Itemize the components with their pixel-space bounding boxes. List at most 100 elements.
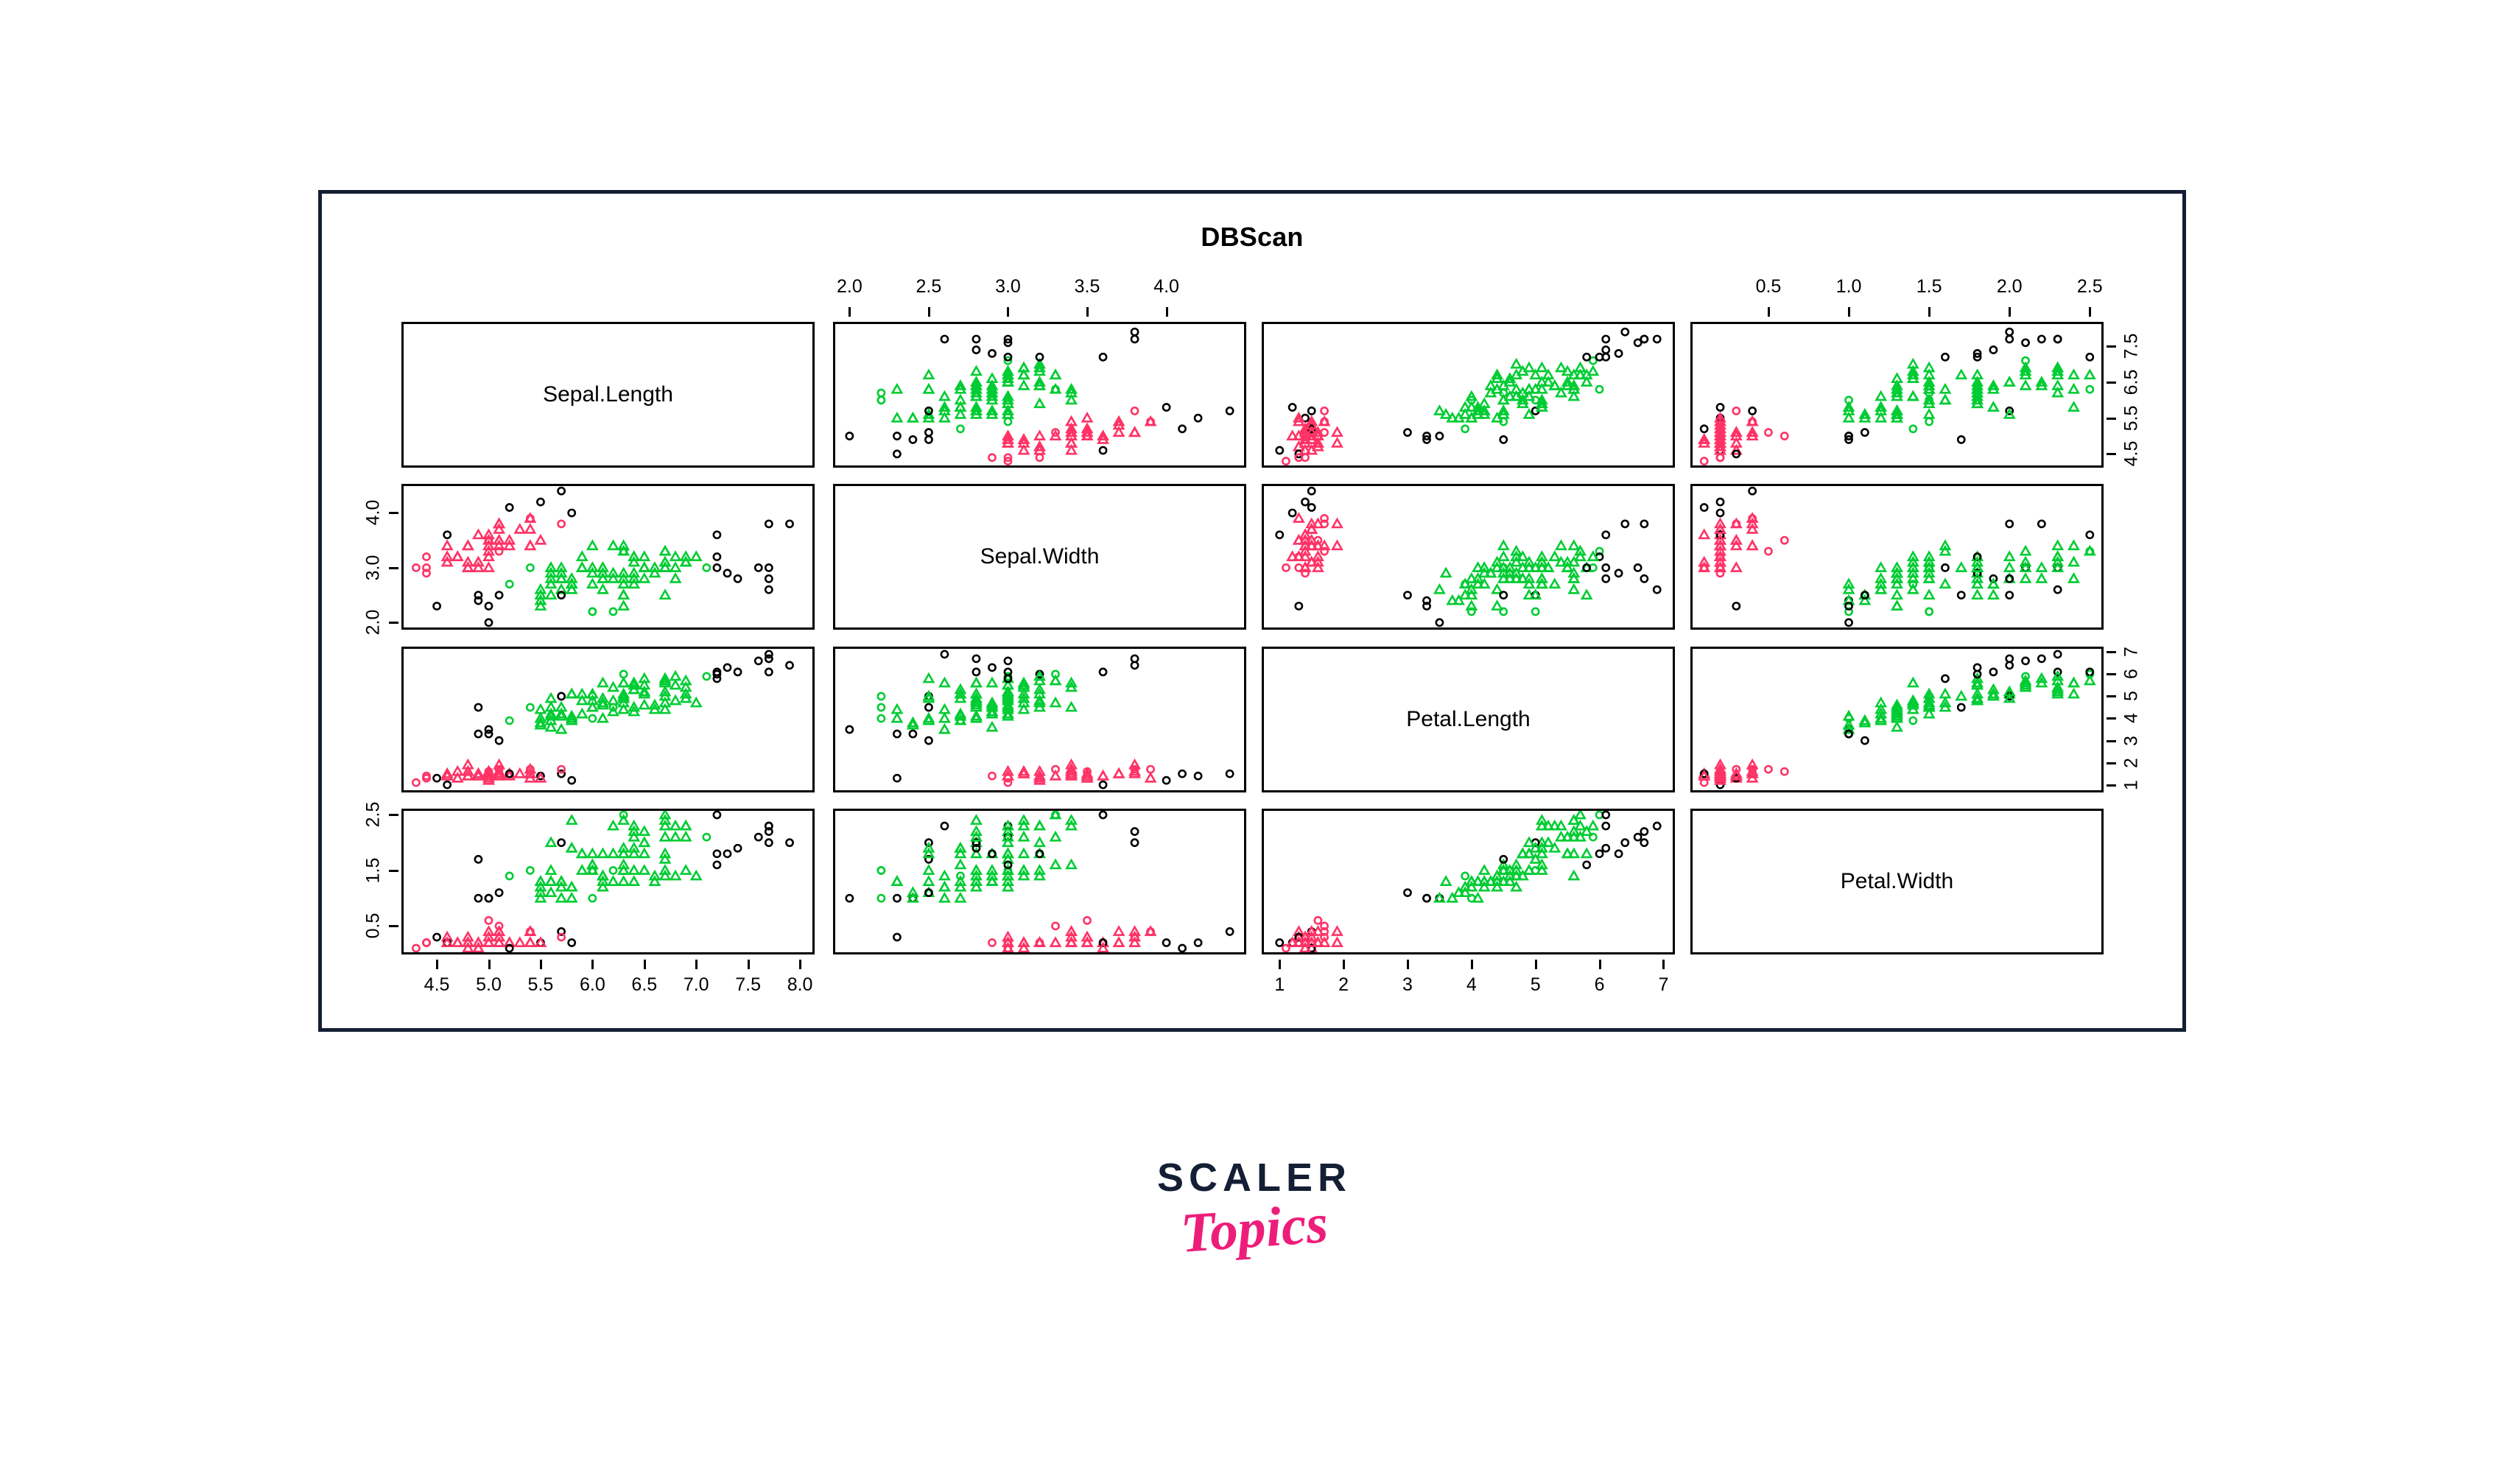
tick-label-bottom-petal_length: 5 [1530, 974, 1541, 995]
tick-mark-top-petal_width [2009, 307, 2012, 317]
variable-label: Sepal.Width [980, 544, 1100, 569]
scatter-panel-petal_width-vs-petal_length [1690, 647, 2104, 792]
tick-label-right-petal_length: 6 [2121, 669, 2142, 680]
scatter-points [412, 650, 794, 790]
tick-mark-right-petal_length [2107, 673, 2116, 676]
tick-mark-right-petal_length [2107, 717, 2116, 720]
tick-label-right-petal_length: 2 [2121, 757, 2142, 768]
scatter-panel-petal_length-vs-sepal_length [1262, 322, 1675, 468]
tick-mark-bottom-petal_length [1534, 960, 1537, 969]
tick-mark-top-sepal_width [1007, 307, 1010, 317]
tick-mark-right-sepal_length [2107, 453, 2116, 456]
tick-label-bottom-petal_length: 2 [1338, 974, 1349, 995]
tick-mark-top-petal_width [1848, 307, 1851, 317]
tick-label-bottom-petal_length: 3 [1402, 974, 1413, 995]
tick-label-right-sepal_length: 4.5 [2121, 441, 2142, 467]
tick-mark-right-petal_length [2107, 695, 2116, 698]
tick-label-left-sepal_width: 2.0 [362, 609, 384, 636]
tick-label-left-petal_width: 1.5 [362, 857, 384, 884]
tick-label-top-petal_width: 0.5 [1755, 276, 1782, 297]
tick-label-top-sepal_width: 4.0 [1153, 276, 1179, 297]
tick-label-bottom-sepal_length: 7.5 [735, 974, 762, 995]
scatter-panel-sepal_length-vs-petal_width [401, 809, 815, 954]
scatter-panel-sepal_length-vs-petal_length [401, 647, 815, 792]
tick-label-top-petal_width: 2.0 [1996, 276, 2023, 297]
scatter-points [1698, 486, 2096, 627]
scatter-points [1275, 327, 1662, 465]
tick-label-bottom-sepal_length: 7.0 [683, 974, 709, 995]
tick-mark-bottom-petal_length [1662, 960, 1665, 969]
tick-mark-left-petal_width [389, 814, 398, 817]
tick-mark-left-sepal_width [389, 622, 398, 625]
tick-label-top-sepal_width: 3.5 [1074, 276, 1100, 297]
tick-label-right-sepal_length: 5.5 [2121, 405, 2142, 432]
tick-mark-bottom-sepal_length [436, 960, 439, 969]
tick-mark-bottom-sepal_length [488, 960, 491, 969]
tick-mark-bottom-sepal_length [799, 960, 802, 969]
tick-label-right-petal_length: 4 [2121, 713, 2142, 724]
tick-mark-right-petal_length [2107, 762, 2116, 764]
tick-mark-bottom-petal_length [1406, 960, 1409, 969]
tick-mark-bottom-sepal_length [591, 960, 594, 969]
tick-mark-left-sepal_width [389, 512, 398, 515]
scatter-points [1275, 486, 1662, 627]
tick-mark-left-sepal_width [389, 566, 398, 569]
scatter-panel-petal_length-vs-sepal_width [1262, 484, 1675, 630]
tick-mark-top-sepal_width [1086, 307, 1089, 317]
tick-label-bottom-petal_length: 7 [1658, 974, 1669, 995]
scaler-topics-logo: SCALER Topics [1133, 1156, 1376, 1265]
tick-label-right-sepal_length: 6.5 [2121, 369, 2142, 395]
tick-label-top-petal_width: 1.5 [1916, 276, 1942, 297]
diagonal-panel-petal_length: Petal.Length [1262, 647, 1675, 792]
tick-label-bottom-sepal_length: 6.0 [579, 974, 605, 995]
logo-topics-text: Topics [1178, 1192, 1330, 1265]
scatter-panel-sepal_width-vs-petal_length [833, 647, 1246, 792]
tick-label-left-sepal_width: 3.0 [362, 555, 384, 581]
tick-mark-right-sepal_length [2107, 381, 2116, 384]
tick-mark-bottom-sepal_length [539, 960, 542, 969]
tick-mark-top-petal_width [2089, 307, 2092, 317]
scatter-panel-sepal_length-vs-sepal_width [401, 484, 815, 630]
tick-label-right-petal_length: 5 [2121, 691, 2142, 702]
tick-mark-bottom-petal_length [1598, 960, 1601, 969]
tick-label-bottom-sepal_length: 8.0 [787, 974, 813, 995]
tick-label-bottom-sepal_length: 5.5 [527, 974, 554, 995]
variable-label: Petal.Width [1840, 869, 1954, 893]
scatter-points [1698, 650, 2096, 790]
tick-mark-top-sepal_width [927, 307, 930, 317]
tick-label-top-petal_width: 1.0 [1835, 276, 1862, 297]
scatter-panel-petal_width-vs-sepal_width [1690, 484, 2104, 630]
tick-mark-top-sepal_width [1165, 307, 1168, 317]
scatter-points [412, 486, 794, 627]
tick-label-right-petal_length: 1 [2121, 779, 2142, 790]
tick-label-bottom-petal_length: 6 [1594, 974, 1605, 995]
diagonal-panel-petal_width: Petal.Width [1690, 809, 2104, 954]
scatter-points [845, 811, 1234, 952]
tick-label-bottom-sepal_length: 6.5 [631, 974, 658, 995]
scatter-points [845, 327, 1234, 465]
tick-label-bottom-petal_length: 1 [1274, 974, 1285, 995]
diagonal-panel-sepal_width: Sepal.Width [833, 484, 1246, 630]
scatter-points [845, 650, 1234, 790]
tick-label-left-petal_width: 2.5 [362, 802, 384, 828]
tick-label-right-petal_length: 7 [2121, 647, 2142, 658]
scatter-panel-sepal_width-vs-petal_width [833, 809, 1246, 954]
variable-label: Petal.Length [1406, 707, 1531, 731]
tick-label-right-petal_length: 3 [2121, 735, 2142, 746]
tick-mark-bottom-sepal_length [747, 960, 750, 969]
tick-mark-bottom-sepal_length [643, 960, 646, 969]
tick-mark-top-sepal_width [849, 307, 851, 317]
scatter-panel-petal_width-vs-sepal_length [1690, 322, 2104, 468]
scatter-points [412, 811, 794, 952]
scatterplot-matrix: Sepal.Length Sepal.Width Petal.Length Petal… [401, 322, 2118, 961]
tick-mark-right-petal_length [2107, 651, 2116, 654]
tick-mark-right-petal_length [2107, 784, 2116, 787]
tick-mark-right-petal_length [2107, 739, 2116, 742]
diagonal-panel-sepal_length: Sepal.Length [401, 322, 815, 468]
tick-label-right-sepal_length: 7.5 [2121, 333, 2142, 359]
tick-mark-top-petal_width [1928, 307, 1931, 317]
screenshot-root: DBScan Sepal.Length Sepal.Width Petal.Leng… [0, 0, 2505, 1484]
tick-mark-right-sepal_length [2107, 417, 2116, 420]
logo-scaler-text: SCALER [1156, 1156, 1352, 1200]
tick-label-top-sepal_width: 2.0 [836, 276, 862, 297]
